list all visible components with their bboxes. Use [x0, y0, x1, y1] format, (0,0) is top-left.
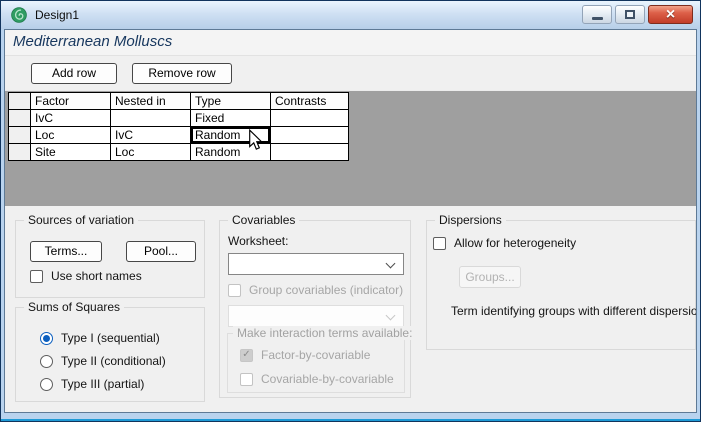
row-selector[interactable]: [9, 144, 31, 161]
allow-heterogeneity-checkbox[interactable]: Allow for heterogeneity: [433, 236, 576, 250]
table-row: Loc IvC Random: [9, 127, 349, 144]
group-title: Covariables: [228, 213, 299, 227]
radio-label: Type II (conditional): [61, 354, 166, 368]
radio-label: Type I (sequential): [61, 331, 160, 345]
table-header-row: Factor Nested in Type Contrasts: [9, 93, 349, 110]
groups-button: Groups...: [459, 266, 521, 288]
row-toolbar: Add row Remove row: [5, 57, 696, 90]
factor-by-covariable-checkbox: ✓ Factor-by-covariable: [240, 348, 370, 362]
add-row-button[interactable]: Add row: [31, 63, 117, 84]
factor-by-covariable-label: Factor-by-covariable: [261, 348, 370, 362]
group-sources-of-variation: Sources of variation Terms... Pool... Us…: [15, 220, 205, 298]
cell-factor[interactable]: IvC: [31, 110, 111, 127]
group-title: Dispersions: [435, 213, 506, 227]
cell-nested-in[interactable]: IvC: [111, 127, 191, 144]
row-selector-header: [9, 93, 31, 110]
cell-nested-in[interactable]: [111, 110, 191, 127]
table-row: Site Loc Random: [9, 144, 349, 161]
check-icon: ✓: [240, 349, 253, 362]
dialog-client-area: Mediterranean Molluscs Add row Remove ro…: [4, 29, 697, 413]
group-dispersions: Dispersions Allow for heterogeneity Grou…: [426, 220, 696, 350]
cell-contrasts[interactable]: [271, 144, 349, 161]
row-selector[interactable]: [9, 127, 31, 144]
terms-button[interactable]: Terms...: [30, 241, 102, 262]
cell-factor[interactable]: Loc: [31, 127, 111, 144]
covariables-group-dropdown: [228, 305, 404, 327]
chevron-down-icon: [386, 311, 396, 321]
close-icon: ×: [666, 6, 675, 23]
term-identifying-label: Term identifying groups with different d…: [451, 304, 697, 318]
cell-type[interactable]: Fixed: [191, 110, 271, 127]
column-header-nested-in[interactable]: Nested in: [111, 93, 191, 110]
row-selector[interactable]: [9, 110, 31, 127]
column-header-type[interactable]: Type: [191, 93, 271, 110]
radio-type-3-partial[interactable]: Type III (partial): [40, 377, 144, 391]
design-title: Mediterranean Molluscs: [13, 33, 172, 50]
column-header-contrasts[interactable]: Contrasts: [271, 93, 349, 110]
table-background: Factor Nested in Type Contrasts IvC Fixe…: [5, 90, 696, 206]
radio-icon: [40, 355, 53, 368]
worksheet-label: Worksheet:: [228, 234, 288, 248]
allow-heterogeneity-label: Allow for heterogeneity: [454, 236, 576, 250]
cell-contrasts[interactable]: [271, 110, 349, 127]
cell-nested-in[interactable]: Loc: [111, 144, 191, 161]
checkbox-box: [240, 373, 253, 386]
cursor-arrow: [248, 129, 263, 156]
covariable-by-covariable-checkbox: Covariable-by-covariable: [240, 372, 394, 386]
covariable-by-covariable-label: Covariable-by-covariable: [261, 372, 394, 386]
window-controls: ×: [582, 5, 693, 24]
remove-row-button[interactable]: Remove row: [132, 63, 232, 84]
app-icon-spiral: [11, 7, 27, 23]
radio-type-1-sequential[interactable]: Type I (sequential): [40, 331, 160, 345]
group-make-interaction-terms: Make interaction terms available: ✓ Fact…: [227, 333, 405, 393]
close-button[interactable]: ×: [648, 5, 693, 24]
group-title: Sums of Squares: [24, 300, 124, 314]
checkbox-box: [228, 284, 241, 297]
table-row: IvC Fixed: [9, 110, 349, 127]
worksheet-dropdown[interactable]: [228, 253, 404, 275]
radio-label: Type III (partial): [61, 377, 144, 391]
design-window: Design1 × Mediterranean Molluscs Add row…: [0, 0, 701, 422]
group-sums-of-squares: Sums of Squares Type I (sequential) Type…: [15, 307, 205, 402]
use-short-names-checkbox[interactable]: Use short names: [30, 269, 142, 283]
pool-button[interactable]: Pool...: [126, 241, 196, 262]
window-title: Design1: [35, 8, 79, 22]
use-short-names-label: Use short names: [51, 269, 142, 283]
maximize-button[interactable]: [615, 5, 645, 24]
chevron-down-icon: [386, 259, 396, 269]
design-title-band: Mediterranean Molluscs: [5, 30, 696, 56]
group-covariables-label: Group covariables (indicator): [249, 283, 403, 297]
minimize-button[interactable]: [582, 5, 612, 24]
minimize-icon: [592, 17, 603, 20]
radio-selected-icon: [40, 332, 53, 345]
group-covariables: Covariables Worksheet: Group covariables…: [219, 220, 411, 398]
group-title: Sources of variation: [24, 213, 138, 227]
checkbox-box: [433, 237, 446, 250]
factors-table: Factor Nested in Type Contrasts IvC Fixe…: [8, 92, 349, 161]
radio-type-2-conditional[interactable]: Type II (conditional): [40, 354, 166, 368]
checkbox-box: [30, 270, 43, 283]
maximize-icon: [625, 10, 635, 19]
group-covariables-checkbox: Group covariables (indicator): [228, 283, 403, 297]
cell-contrasts[interactable]: [271, 127, 349, 144]
cell-factor[interactable]: Site: [31, 144, 111, 161]
titlebar[interactable]: Design1 ×: [1, 1, 700, 29]
options-panel: Sources of variation Terms... Pool... Us…: [5, 206, 696, 412]
group-title: Make interaction terms available:: [233, 326, 416, 340]
radio-icon: [40, 378, 53, 391]
column-header-factor[interactable]: Factor: [31, 93, 111, 110]
